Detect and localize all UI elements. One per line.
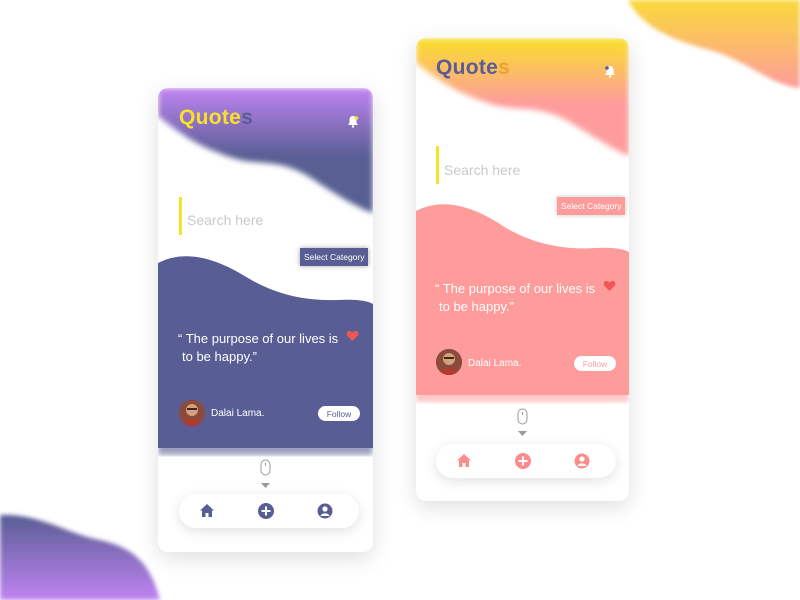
heart-icon[interactable] [603,280,616,292]
author-name: Dalai Lama. [211,408,265,419]
mouse-icon [517,408,528,425]
quote-line-2: to be happy.” [439,299,514,314]
bell-icon[interactable] [347,115,359,128]
follow-button[interactable]: Follow [318,406,360,421]
quote-line-1: “ The purpose of our lives is [178,331,339,346]
decor-blob-top-right [628,0,800,88]
heart-icon[interactable] [346,330,359,342]
bell-icon[interactable] [604,65,616,78]
bottom-nav [179,494,359,528]
home-icon[interactable] [455,452,473,470]
follow-button[interactable]: Follow [574,356,616,371]
author-avatar [179,400,205,426]
phone-screen-purple: Quotes Select Category “ The purpose of … [158,88,373,552]
user-icon[interactable] [573,452,591,470]
author-avatar [436,349,462,375]
search-input[interactable] [181,202,351,238]
quote-text: “ The purpose of our lives is to be happ… [178,330,358,366]
app-logo: Quotes [436,56,511,79]
select-category-button[interactable]: Select Category [557,197,626,215]
author-name: Dalai Lama. [468,358,522,369]
select-category-button[interactable]: Select Category [300,248,369,266]
quote-text: “ The purpose of our lives is to be happ… [435,280,615,316]
decor-blob-bottom-left [0,514,160,600]
chevron-down-icon [261,483,270,488]
home-icon[interactable] [198,502,216,520]
bottom-nav [436,444,616,478]
user-icon[interactable] [316,502,334,520]
add-icon[interactable] [514,452,532,470]
search-input[interactable] [438,152,608,188]
chevron-down-icon [518,431,527,436]
quote-line-2: to be happy.” [182,349,257,364]
mouse-icon [260,459,271,476]
add-icon[interactable] [257,502,275,520]
phone-screen-pink: Quotes Select Category “ The purpose of … [416,38,629,501]
quote-line-1: “ The purpose of our lives is [435,281,596,296]
app-logo: Quotes [179,106,254,129]
